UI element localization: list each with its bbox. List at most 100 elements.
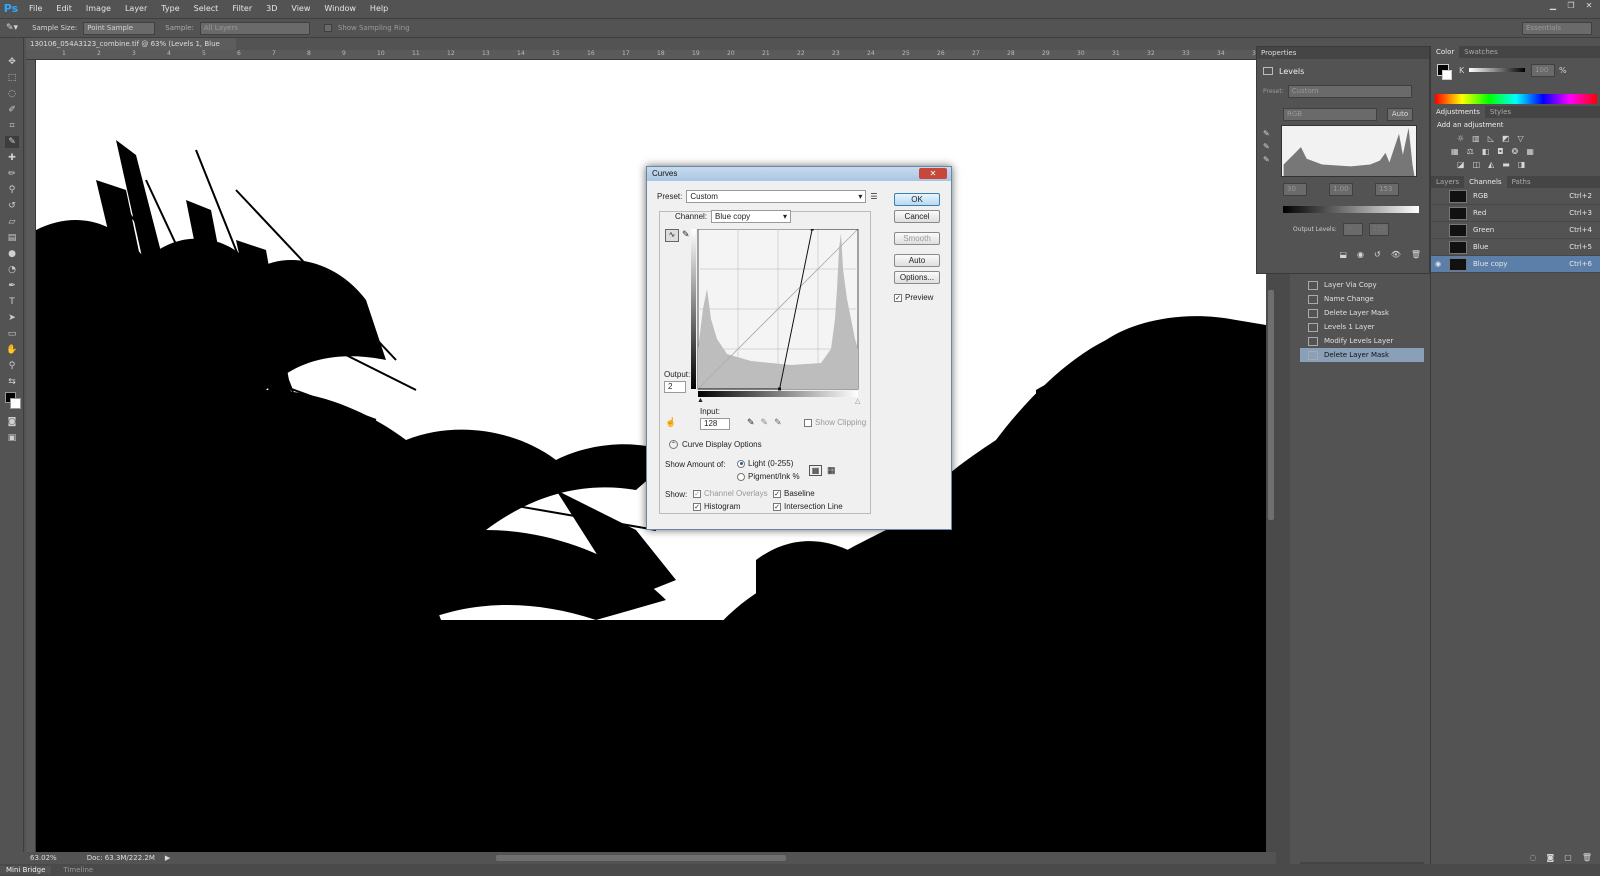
tab-adjustments[interactable]: Adjustments [1431,106,1485,118]
white-eyedropper-icon[interactable]: ✎ [774,417,782,428]
stamp-tool-icon[interactable]: ⚲ [5,184,19,196]
restore-icon[interactable]: ❐ [1564,1,1578,13]
white-point-slider-icon[interactable]: △ [855,397,860,405]
menu-filter[interactable]: Filter [225,4,259,13]
visibility-icon[interactable]: 👁 [1391,250,1401,259]
input-value-field[interactable]: 128 [700,418,730,430]
on-image-adjust-icon[interactable]: ☝ [665,417,676,428]
tab-swatches[interactable]: Swatches [1459,46,1502,58]
histogram-checkbox[interactable]: ✓ [693,502,701,511]
menu-select[interactable]: Select [187,4,226,13]
lasso-tool-icon[interactable]: ◌ [5,88,19,100]
pencil-curve-tool-icon[interactable]: ✎ [682,229,690,240]
eyedropper-icon[interactable]: ✎▾ [6,23,18,33]
menu-image[interactable]: Image [79,4,118,13]
vibrance-icon[interactable]: ▽ [1517,134,1523,143]
sample-size-select[interactable]: Point Sample [83,21,156,35]
delete-channel-icon[interactable]: 🗑 [1582,853,1592,862]
tab-styles[interactable]: Styles [1485,106,1516,118]
pigment-radio[interactable] [737,472,745,481]
levels-auto-button[interactable]: Auto [1387,108,1413,121]
input-white-field[interactable]: 153 [1375,183,1399,196]
grid-detailed-icon[interactable]: ▦ [827,465,836,476]
menu-window[interactable]: Window [317,4,363,13]
photo-filter-icon[interactable]: ◘ [1497,147,1503,156]
gradient-tool-icon[interactable]: ▤ [5,232,19,244]
view-previous-icon[interactable]: ◉ [1357,250,1364,259]
path-select-tool-icon[interactable]: ➤ [5,312,19,324]
reset-icon[interactable]: ↺ [1374,250,1381,259]
gray-eyedropper-icon[interactable]: ✎ [761,417,769,428]
levels-channel-select[interactable]: RGB [1283,108,1377,121]
marquee-tool-icon[interactable]: ⬚ [5,72,19,84]
curves-channel-select[interactable]: Blue copy [711,210,792,223]
tab-mini-bridge[interactable]: Mini Bridge [0,866,52,874]
k-value-field[interactable]: 100 [1531,64,1555,77]
hand-tool-icon[interactable]: ✋ [5,344,19,356]
exposure-icon[interactable]: ◩ [1502,134,1510,143]
sample-select[interactable]: All Layers [199,21,310,35]
status-arrow-icon[interactable]: ▶ [165,854,170,862]
black-point-slider-icon[interactable]: ▲ [697,397,704,404]
channel-row-blue[interactable]: Blue Ctrl+5 [1431,239,1600,256]
brightness-contrast-icon[interactable]: ☼ [1457,134,1464,143]
auto-button[interactable]: Auto [894,254,940,267]
menu-file[interactable]: File [22,4,49,13]
output-white-field[interactable]: 255 [1368,223,1389,236]
quick-mask-icon[interactable]: ◙ [5,416,19,428]
collapse-chevron-icon[interactable]: ⌃ [669,440,678,449]
color-lookup-icon[interactable]: ▦ [1526,147,1534,156]
tab-timeline[interactable]: Timeline [57,866,99,874]
dialog-close-button[interactable]: ✕ [919,168,947,179]
save-selection-icon[interactable]: ◙ [1547,853,1555,862]
channel-overlays-checkbox[interactable]: ✓ [693,489,701,498]
baseline-checkbox[interactable]: ✓ [773,489,781,498]
levels-preset-select[interactable]: Custom [1287,85,1412,98]
default-colors-icon[interactable]: ⇆ [5,376,19,388]
preview-checkbox[interactable]: ✓ [894,293,902,302]
tab-channels[interactable]: Channels [1464,176,1507,188]
zoom-level[interactable]: 63.02% [30,854,57,862]
smooth-button[interactable]: Smooth [894,232,940,245]
gradient-map-icon[interactable]: ▬ [1502,160,1510,169]
color-balance-icon[interactable]: ⚖ [1467,147,1474,156]
color-spectrum-ramp[interactable] [1435,94,1597,104]
minimize-icon[interactable]: ▁ [1546,1,1560,13]
history-brush-icon[interactable]: ↺ [5,200,19,212]
channel-row-rgb[interactable]: RGB Ctrl+2 [1431,188,1600,205]
show-sampling-ring-checkbox[interactable] [323,24,332,32]
cancel-button[interactable]: Cancel [894,210,940,223]
threshold-icon[interactable]: ◭ [1488,160,1494,169]
quick-select-tool-icon[interactable]: ✐ [5,104,19,116]
options-button[interactable]: Options... [894,271,940,284]
white-point-eyedropper-icon[interactable]: ✎ [1263,155,1277,164]
eyedropper-tool-icon[interactable]: ✎ [5,136,19,148]
history-item[interactable]: Levels 1 Layer [1300,320,1424,334]
document-tab[interactable]: 130106_054A3123_combine.tif @ 63% (Level… [26,38,236,60]
history-item[interactable]: Delete Layer Mask [1300,306,1424,320]
load-selection-icon[interactable]: ◌ [1530,853,1537,862]
black-point-eyedropper-icon[interactable]: ✎ [1263,129,1277,138]
curves-adjust-icon[interactable]: ◺ [1488,134,1494,143]
new-channel-icon[interactable]: ▢ [1564,853,1572,862]
output-black-field[interactable]: 0 [1342,223,1363,236]
menu-type[interactable]: Type [154,4,186,13]
history-item[interactable]: Name Change [1300,292,1424,306]
close-icon[interactable]: ✕ [1582,1,1596,13]
ok-button[interactable]: OK [894,193,940,206]
history-item-selected[interactable]: Delete Layer Mask [1300,348,1424,362]
eraser-tool-icon[interactable]: ▱ [5,216,19,228]
eye-icon[interactable]: ◉ [1435,260,1441,268]
hue-saturation-icon[interactable]: ▦ [1451,147,1459,156]
k-slider[interactable] [1469,68,1525,72]
history-item[interactable]: Layer Via Copy [1300,278,1424,292]
selective-color-icon[interactable]: ◨ [1518,160,1526,169]
curves-graph[interactable] [691,229,859,399]
curves-preset-select[interactable]: Custom [686,190,867,203]
gray-point-eyedropper-icon[interactable]: ✎ [1263,142,1277,151]
black-white-icon[interactable]: ◧ [1482,147,1490,156]
doc-size[interactable]: Doc: 63.3M/222.2M [87,854,155,862]
brush-tool-icon[interactable]: ✏ [5,168,19,180]
input-gamma-field[interactable]: 1.00 [1329,183,1353,196]
type-tool-icon[interactable]: T [5,296,19,308]
